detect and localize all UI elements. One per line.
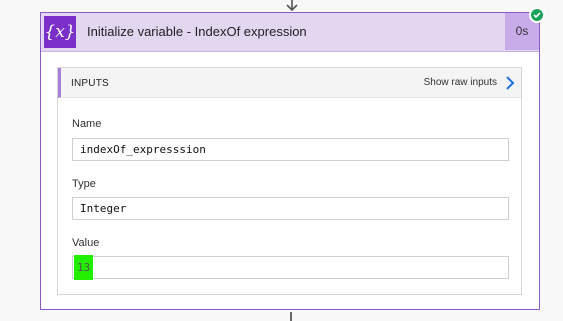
value-highlight: 13 <box>74 255 94 280</box>
connector-line <box>290 312 292 321</box>
show-raw-inputs-link[interactable]: Show raw inputs <box>424 77 497 88</box>
arrow-down-icon <box>286 0 298 12</box>
name-label: Name <box>72 118 102 130</box>
inputs-panel: INPUTS Show raw inputs Name indexOf_expr… <box>57 67 522 295</box>
value-label: Value <box>72 237 100 249</box>
name-field[interactable]: indexOf_expresssion <box>72 138 509 161</box>
value-field[interactable]: 13 <box>72 255 509 280</box>
action-card[interactable]: {x} Initialize variable - IndexOf expres… <box>40 7 545 310</box>
action-title: Initialize variable - IndexOf expression <box>87 24 307 39</box>
action-header[interactable]: {x} Initialize variable - IndexOf expres… <box>41 13 539 52</box>
type-field[interactable]: Integer <box>72 197 509 220</box>
inputs-header: INPUTS Show raw inputs <box>58 68 521 98</box>
variable-icon: {x} <box>44 16 76 48</box>
chevron-right-icon[interactable] <box>505 76 515 90</box>
type-label: Type <box>72 178 96 190</box>
inputs-label: INPUTS <box>71 78 109 89</box>
success-check-icon <box>529 7 545 23</box>
